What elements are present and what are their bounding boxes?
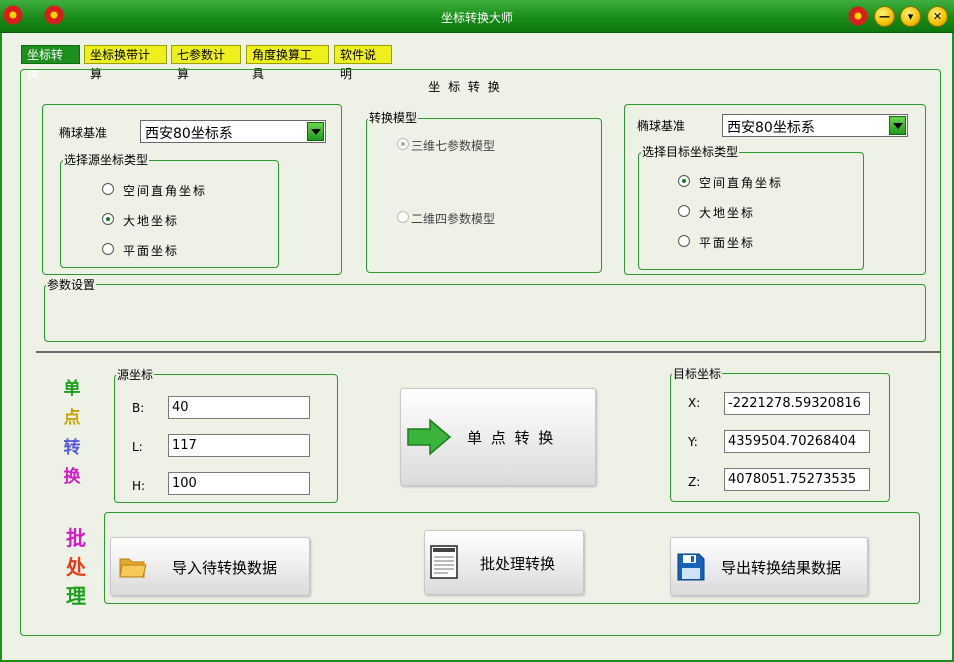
close-button[interactable]: ✕: [927, 6, 948, 27]
single-point-char: 换: [63, 467, 81, 487]
chevron-down-icon[interactable]: [889, 116, 906, 135]
params-legend: 参数设置: [46, 278, 97, 292]
batch-process-button[interactable]: 批处理转换: [424, 530, 584, 595]
target-ellipsoid-select[interactable]: 西安80坐标系: [722, 114, 908, 137]
window-title: 坐标转换大师: [440, 11, 513, 25]
source-ellipsoid-value: 西安80坐标系: [145, 126, 233, 142]
source-coords-legend: 源坐标: [116, 368, 155, 382]
target-ellipsoid-label: 椭球基准: [637, 119, 686, 133]
x-label: X:: [688, 396, 701, 410]
document-icon: [430, 545, 458, 579]
arrow-right-icon: [407, 418, 452, 456]
tab-angle-tool[interactable]: 角度换算工具: [246, 45, 329, 81]
x-output[interactable]: -2221278.59320816: [724, 392, 870, 415]
single-point-char: 转: [63, 438, 81, 458]
target-coords-legend: 目标坐标: [672, 367, 723, 381]
target-radio-geodetic[interactable]: [678, 205, 690, 217]
chevron-down-icon: ▾: [907, 10, 914, 23]
single-convert-label: 单 点 转 换: [467, 429, 556, 447]
source-ellipsoid-label: 椭球基准: [59, 126, 108, 140]
l-label: L:: [132, 440, 143, 454]
tab-coordinate-transform[interactable]: 坐标转换: [21, 45, 80, 81]
single-point-char: 单: [63, 379, 81, 399]
target-option-label: 空间直角坐标: [699, 176, 784, 190]
target-option-label: 平面坐标: [699, 236, 756, 250]
export-button[interactable]: 导出转换结果数据: [670, 537, 868, 596]
model-legend: 转换模型: [368, 111, 419, 125]
divider: [36, 351, 940, 353]
batch-char: 处: [66, 555, 86, 579]
tab-seven-params[interactable]: 七参数计算: [171, 45, 241, 81]
z-label: Z:: [688, 475, 701, 489]
b-input[interactable]: 40: [168, 396, 310, 419]
batch-char: 理: [66, 584, 86, 608]
export-label: 导出转换结果数据: [721, 559, 842, 577]
y-output[interactable]: 4359504.70268404: [724, 430, 870, 453]
source-radio-plane[interactable]: [102, 243, 114, 255]
source-ellipsoid-select[interactable]: 西安80坐标系: [140, 120, 326, 143]
import-button[interactable]: 导入待转换数据: [110, 537, 310, 596]
h-label: H:: [132, 479, 146, 493]
minimize-button[interactable]: —: [874, 6, 895, 27]
folder-icon: [119, 558, 147, 578]
source-radio-geodetic[interactable]: [102, 213, 114, 225]
target-option-label: 大地坐标: [699, 206, 756, 220]
batch-char: 批: [66, 526, 86, 550]
source-radio-cartesian[interactable]: [102, 183, 114, 195]
model-option-label: 三维七参数模型: [411, 139, 496, 153]
import-label: 导入待转换数据: [172, 559, 278, 577]
source-option-label: 大地坐标: [123, 214, 180, 228]
save-icon: [677, 553, 705, 581]
source-type-legend: 选择源坐标类型: [63, 153, 150, 167]
target-radio-plane[interactable]: [678, 235, 690, 247]
close-icon: ✕: [932, 10, 943, 23]
tab-zone-conversion[interactable]: 坐标换带计算: [84, 45, 167, 81]
target-ellipsoid-value: 西安80坐标系: [727, 120, 815, 136]
model-radio-four-param[interactable]: [397, 211, 409, 223]
flower-icon: [848, 6, 868, 26]
h-input[interactable]: 100: [168, 472, 310, 495]
minimize-icon: —: [879, 10, 890, 23]
model-radio-seven-param[interactable]: [397, 138, 409, 150]
y-label: Y:: [688, 435, 698, 449]
l-input[interactable]: 117: [168, 434, 310, 457]
source-option-label: 平面坐标: [123, 244, 180, 258]
target-type-legend: 选择目标坐标类型: [641, 145, 740, 159]
model-option-label: 二维四参数模型: [411, 212, 496, 226]
tab-software-info[interactable]: 软件说明: [334, 45, 392, 81]
source-option-label: 空间直角坐标: [123, 184, 208, 198]
b-label: B:: [132, 401, 145, 415]
chevron-down-icon[interactable]: [307, 122, 324, 141]
batch-process-label: 批处理转换: [480, 555, 556, 573]
single-point-char: 点: [63, 408, 81, 428]
single-convert-button[interactable]: 单 点 转 换: [400, 388, 596, 486]
target-radio-cartesian[interactable]: [678, 175, 690, 187]
params-panel: [44, 284, 926, 342]
z-output[interactable]: 4078051.75273535: [724, 468, 870, 491]
section-title: 坐 标 转 换: [428, 80, 502, 94]
dropdown-button[interactable]: ▾: [900, 6, 921, 27]
